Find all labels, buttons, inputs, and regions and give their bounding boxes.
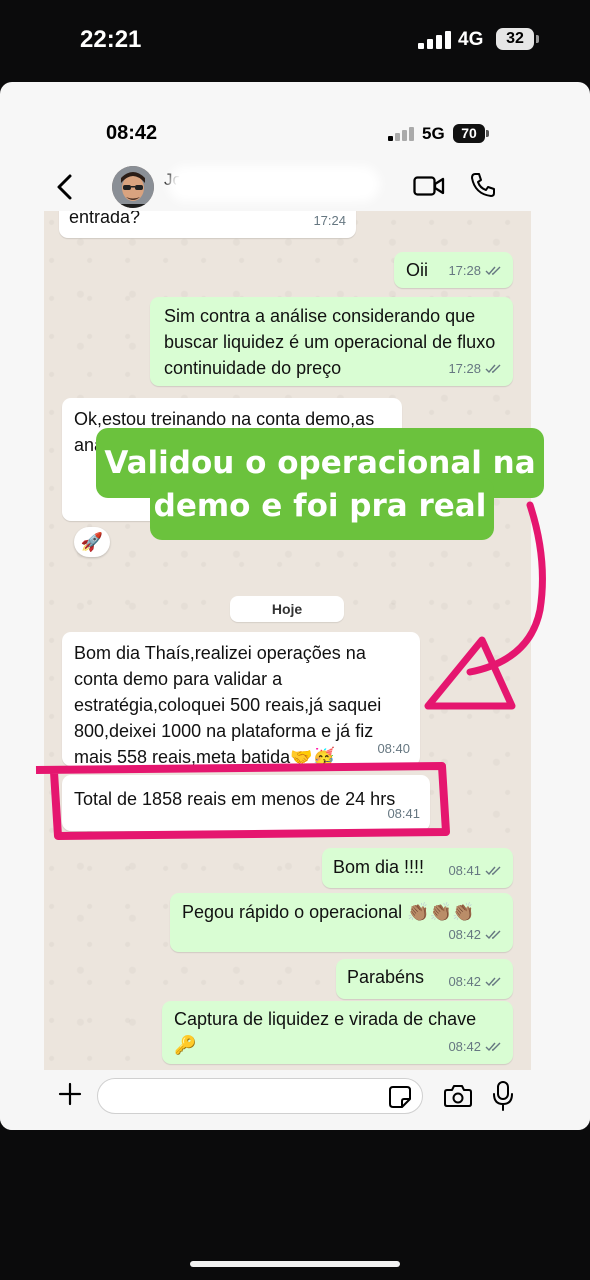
plus-icon[interactable] bbox=[58, 1082, 82, 1106]
inner-clock: 08:42 bbox=[106, 122, 158, 144]
double-check-icon bbox=[485, 930, 501, 940]
message-bubble-in[interactable]: entrada? 17:24 bbox=[59, 211, 356, 238]
message-time: 08:42 bbox=[448, 1034, 503, 1060]
message-text: Captura de liquidez e virada de chave 🔑 bbox=[174, 1009, 477, 1055]
message-time: 17:28 bbox=[448, 258, 503, 284]
screenshot-card: 08:42 5G 70 Jo entrada? 17:24 Oii 17:28 … bbox=[0, 82, 590, 1130]
outer-status-bar: 22:21 4G 32 bbox=[0, 0, 590, 80]
message-input[interactable] bbox=[97, 1078, 423, 1114]
double-check-icon bbox=[485, 266, 501, 276]
message-text: Total de 1858 reais em menos de 24 hrs bbox=[74, 789, 396, 809]
outer-network-type: 4G bbox=[458, 29, 484, 50]
video-call-icon[interactable] bbox=[413, 175, 445, 197]
message-time: 08:42 bbox=[448, 922, 503, 948]
double-check-icon bbox=[485, 364, 501, 374]
mic-icon[interactable] bbox=[492, 1081, 514, 1111]
name-redaction bbox=[176, 174, 372, 194]
message-text: entrada? bbox=[69, 211, 141, 227]
inner-network-type: 5G bbox=[422, 124, 445, 143]
chevron-left-icon[interactable] bbox=[52, 173, 78, 201]
story-text-banner: Validou o operacional na demo e foi pra … bbox=[96, 428, 544, 542]
message-time: 08:41 bbox=[448, 858, 503, 884]
avatar-image bbox=[112, 166, 154, 208]
camera-icon[interactable] bbox=[444, 1084, 472, 1108]
message-bubble-out[interactable]: Sim contra a análise considerando que bu… bbox=[150, 297, 513, 386]
message-time: 08:42 bbox=[448, 969, 503, 995]
message-time: 17:24 bbox=[313, 213, 346, 228]
chat-area[interactable]: entrada? 17:24 Oii 17:28 Sim contra a an… bbox=[44, 211, 531, 1070]
message-time: 08:40 bbox=[377, 741, 410, 756]
sticker-icon[interactable] bbox=[389, 1086, 411, 1108]
message-bubble-out[interactable]: Captura de liquidez e virada de chave 🔑 … bbox=[162, 1001, 513, 1064]
signal-bars-icon bbox=[418, 31, 451, 49]
day-separator: Hoje bbox=[230, 596, 344, 622]
phone-icon[interactable] bbox=[470, 172, 496, 198]
message-bubble-out[interactable]: Oii 17:28 bbox=[394, 252, 513, 288]
message-time: 17:28 bbox=[448, 356, 503, 382]
message-bubble-out[interactable]: Bom dia !!!! 08:41 bbox=[322, 848, 513, 888]
outer-clock: 22:21 bbox=[80, 26, 142, 53]
inner-battery-tip bbox=[486, 130, 489, 137]
banner-text: Validou o operacional na demo e foi pra … bbox=[104, 445, 536, 524]
double-check-icon bbox=[485, 866, 501, 876]
double-check-icon bbox=[485, 977, 501, 987]
message-bubble-out[interactable]: Parabéns 08:42 bbox=[336, 959, 513, 999]
home-indicator[interactable] bbox=[190, 1261, 400, 1267]
outer-battery-tip bbox=[536, 35, 539, 43]
inner-battery-icon: 70 bbox=[453, 124, 485, 143]
message-text: Bom dia Thaís,realizei operações na cont… bbox=[74, 643, 382, 767]
double-check-icon bbox=[485, 1042, 501, 1052]
message-time: 08:41 bbox=[387, 806, 420, 821]
inner-signal-bars-icon bbox=[388, 127, 414, 141]
message-bubble-out[interactable]: Pegou rápido o operacional 👏🏽👏🏽👏🏽 08:42 bbox=[170, 893, 513, 952]
avatar[interactable] bbox=[112, 166, 154, 208]
message-bubble-in[interactable]: Bom dia Thaís,realizei operações na cont… bbox=[62, 632, 420, 767]
message-bubble-in[interactable]: Total de 1858 reais em menos de 24 hrs 0… bbox=[62, 775, 430, 831]
outer-battery-icon: 32 bbox=[496, 28, 534, 50]
